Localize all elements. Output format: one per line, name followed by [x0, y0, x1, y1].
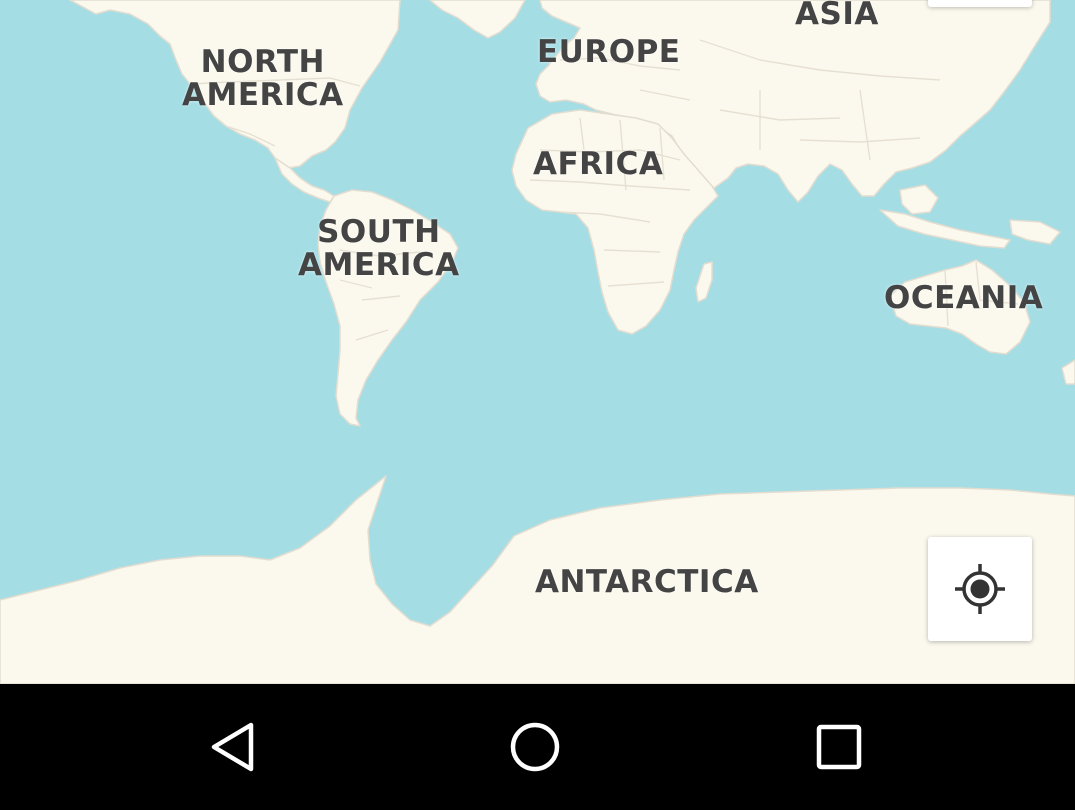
label-north-america: NORTH AMERICA [182, 46, 344, 112]
label-antarctica-text: ANTARCTICA [535, 564, 759, 600]
label-south-america-line2: AMERICA [298, 247, 460, 283]
home-circle-icon [510, 722, 560, 772]
label-north-america-line2: AMERICA [182, 77, 344, 113]
label-south-america: SOUTH AMERICA [298, 216, 460, 282]
recents-square-icon [816, 724, 862, 770]
back-triangle-icon [211, 722, 254, 772]
label-africa: AFRICA [533, 148, 663, 181]
label-oceania: OCEANIA [884, 282, 1043, 315]
label-africa-text: AFRICA [533, 146, 664, 182]
label-asia: ASIA [795, 0, 879, 31]
label-europe-text: EUROPE [537, 34, 681, 70]
label-antarctica: ANTARCTICA [535, 566, 759, 599]
label-south-america-line1: SOUTH [317, 214, 441, 250]
my-location-icon [955, 564, 1005, 614]
map-top-control-button[interactable] [928, 0, 1032, 7]
label-north-america-line1: NORTH [200, 44, 326, 80]
label-asia-text: ASIA [795, 0, 879, 32]
nav-back-button[interactable] [158, 684, 308, 810]
map-view[interactable]: NORTH AMERICA EUROPE ASIA AFRICA SOUTH A… [0, 0, 1075, 684]
system-navigation-bar [0, 684, 1075, 810]
nav-recents-button[interactable] [764, 684, 914, 810]
my-location-button[interactable] [928, 537, 1032, 641]
nav-home-button[interactable] [460, 684, 610, 810]
label-oceania-text: OCEANIA [884, 280, 1044, 316]
label-europe: EUROPE [537, 36, 680, 69]
